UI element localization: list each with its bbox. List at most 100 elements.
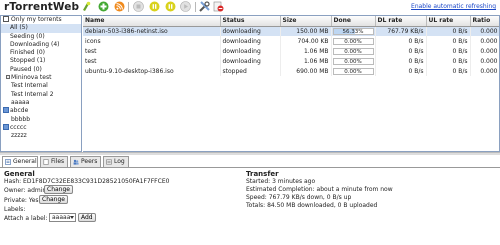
tab-files[interactable]: Files [40, 156, 68, 167]
change-owner-button[interactable]: Change [44, 185, 73, 194]
stop-icon[interactable] [133, 1, 144, 12]
private-value: Private: Yes [4, 197, 39, 204]
filter-label: Downloading (4) [10, 40, 60, 48]
tracker-ccccc[interactable]: ccccc [1, 123, 81, 132]
general-tab-icon [5, 159, 11, 165]
cell-name: test [83, 56, 221, 66]
cell-dl-rate: 0 B/s [375, 46, 427, 56]
cell-name: ubuntu-9.10-desktop-i386.iso [83, 66, 221, 76]
label-name: Test Internal 2 [11, 90, 54, 98]
progress-text: 0.00% [344, 58, 362, 65]
completion-value: Estimated Completion: about a minute fro… [246, 186, 393, 193]
play-icon[interactable] [180, 1, 191, 12]
cell-size: 1.06 MB [280, 46, 332, 56]
column-header-ratio[interactable]: Ratio [470, 16, 499, 27]
cell-name: debian-503-i386-netinst.iso [83, 26, 221, 36]
totals-value: Totals: 84.50 MB downloaded, 0 B uploade… [246, 202, 378, 209]
change-private-button[interactable]: Change [39, 195, 68, 204]
top-bar: rTorrentWeb Enable automatic refreshing [0, 0, 500, 15]
label-bbbbb[interactable]: bbbbb [1, 116, 81, 124]
filter-paused[interactable]: Paused (0) [1, 66, 81, 74]
filter-label: Finished (0) [10, 49, 45, 57]
toolbar-separator [195, 2, 196, 12]
tab-peers[interactable]: Peers [70, 156, 101, 167]
label-test-internal[interactable]: Test Internal [1, 82, 81, 90]
column-header-ul-rate[interactable]: UL rate [426, 16, 471, 27]
progress-text: 0.00% [344, 68, 362, 75]
checkbox-icon[interactable] [3, 16, 9, 22]
column-header-name[interactable]: Name [83, 16, 221, 27]
attach-label-select-value: aaaaa [52, 214, 71, 221]
tracker-label: ccccc [10, 123, 27, 131]
settings-icon[interactable] [199, 1, 210, 12]
progress-text: 56.33% [342, 28, 364, 35]
chevron-down-icon [70, 216, 74, 219]
cell-size: 1.06 MB [280, 56, 332, 66]
label-name: zzzzz [11, 132, 27, 140]
table-row[interactable]: debian-503-i386-netinst.iso downloading … [83, 26, 499, 36]
filter-finished[interactable]: Finished (0) [1, 49, 81, 57]
tracker-mininova-test[interactable]: Mininova test [1, 74, 81, 82]
cell-dl-rate: 767.79 KB/s [375, 26, 427, 36]
add-label-button[interactable]: Add [78, 213, 96, 222]
table-row[interactable]: test downloading 1.06 MB 0.00% 0 B/s 0 B… [83, 56, 499, 66]
progress-bar: 0.00% [332, 37, 374, 45]
label-icon [3, 123, 9, 130]
column-header-done[interactable]: Done [331, 16, 376, 27]
label-zzzzz[interactable]: zzzzz [1, 132, 81, 140]
enable-refresh-link[interactable]: Enable automatic refreshing [411, 3, 496, 10]
filter-seeding[interactable]: Seeding (0) [1, 33, 81, 41]
details-panel: General Hash: ED1F8D7C32EE833C931D285210… [0, 168, 500, 245]
table-row[interactable]: ubuntu-9.10-desktop-i386.iso stopped 690… [83, 66, 499, 76]
tracker-abcde[interactable]: abcde [1, 107, 81, 115]
peers-tab-icon [73, 159, 79, 165]
only-my-torrents-checkbox[interactable]: Only my torrents [1, 16, 81, 24]
label-test-internal-2[interactable]: Test Internal 2 [1, 91, 81, 99]
label-name: bbbbb [11, 115, 31, 123]
label-icon [3, 107, 9, 114]
filter-label: Paused (0) [10, 65, 42, 73]
filter-label: All (5) [10, 24, 28, 32]
start-icon[interactable] [165, 1, 176, 12]
cell-done: 0.00% [331, 56, 376, 66]
add-plus-icon[interactable] [98, 1, 109, 12]
filter-stopped[interactable]: Stopped (1) [1, 57, 81, 65]
column-header-status[interactable]: Status [220, 16, 281, 27]
tab-log[interactable]: Log [103, 156, 129, 167]
table-header-row: Name Status Size Done DL rate UL rate Ra… [83, 16, 499, 27]
cell-status: downloading [220, 46, 281, 56]
hash-value: Hash: ED1F8D7C32EE833C931D28521050FA1F7F… [4, 178, 170, 185]
cell-done: 0.00% [331, 36, 376, 46]
app-title: rTorrentWeb [4, 1, 80, 13]
filter-all[interactable]: All (5) [1, 24, 81, 33]
cell-name: icons [83, 36, 221, 46]
progress-text: 0.00% [344, 38, 362, 45]
cell-status: stopped [220, 66, 281, 76]
progress-text: 0.00% [344, 48, 362, 55]
tab-label: Log [114, 158, 125, 165]
cell-status: downloading [220, 36, 281, 46]
pane-splitter[interactable] [0, 152, 500, 155]
cell-done: 0.00% [331, 66, 376, 76]
cell-size: 704.00 KB [280, 36, 332, 46]
transfer-section-title: Transfer [246, 170, 279, 178]
progress-bar: 56.33% [332, 27, 374, 35]
rss-icon[interactable] [114, 1, 125, 12]
column-header-dl-rate[interactable]: DL rate [375, 16, 427, 27]
filter-downloading[interactable]: Downloading (4) [1, 41, 81, 49]
label-aaaaa[interactable]: aaaaa [1, 99, 81, 107]
tracker-label: Mininova test [11, 74, 52, 82]
table-row[interactable]: test downloading 1.06 MB 0.00% 0 B/s 0 B… [83, 46, 499, 56]
cell-size: 690.00 MB [280, 66, 332, 76]
cell-ul-rate: 0 B/s [426, 36, 471, 46]
column-header-size[interactable]: Size [280, 16, 332, 27]
labels-heading: Labels: [4, 206, 26, 213]
attach-label-select[interactable]: aaaaa [49, 213, 76, 222]
attach-label-text: Attach a label: [4, 215, 48, 222]
add-icon[interactable] [81, 1, 92, 12]
table-row[interactable]: icons downloading 704.00 KB 0.00% 0 B/s … [83, 36, 499, 46]
sidebar: Only my torrents All (5) Seeding (0) Dow… [0, 15, 82, 152]
remove-icon[interactable] [213, 1, 224, 12]
files-tab-icon [43, 159, 49, 165]
pause-icon[interactable] [149, 1, 160, 12]
